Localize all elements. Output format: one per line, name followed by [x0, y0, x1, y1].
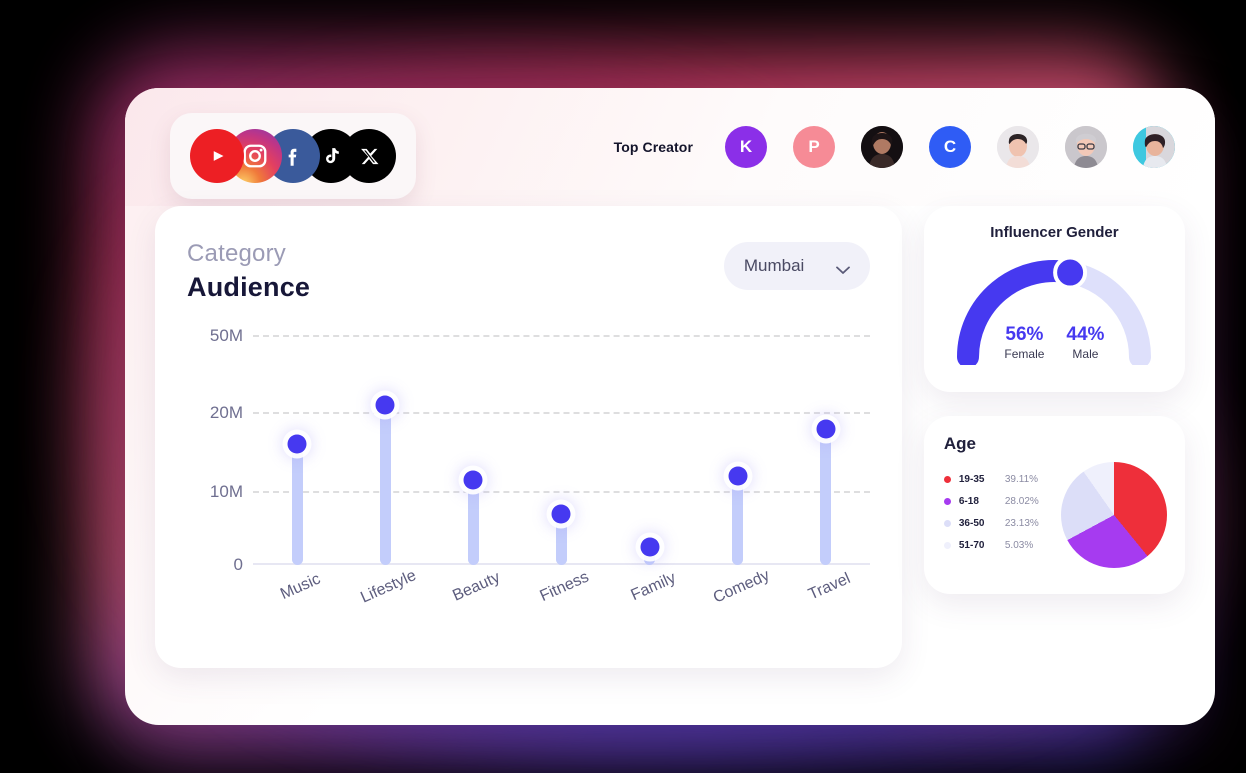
- age-percent-value: 5.03%: [1004, 539, 1034, 551]
- audience-chart: 0 10M 20M 50M Music Lifestyle Beauty Fitness Fa…: [187, 326, 870, 633]
- age-percent-value: 28.02%: [1004, 495, 1039, 507]
- avatar[interactable]: K: [725, 126, 767, 168]
- age-color-swatch: [943, 497, 951, 505]
- dashboard-window: Top Creator K P C Category Audience Mumb…: [125, 88, 1215, 725]
- avatar-photo: [861, 126, 903, 168]
- chart-bar[interactable]: [820, 428, 832, 565]
- chart-gridline: [253, 412, 870, 415]
- x-tick-label: Beauty: [450, 568, 503, 605]
- gender-gauge: 56% Female 44% Male: [954, 253, 1154, 368]
- age-legend: 19-35 39.11% 6-18 28.02% 36-50 23.13% 51-70 5.0…: [943, 468, 1070, 556]
- age-color-swatch: [943, 475, 951, 483]
- chart-gridline: [253, 490, 870, 493]
- avatar[interactable]: P: [793, 126, 835, 168]
- chart-plot-area: Music Lifestyle Beauty Fitness Family Comedy T…: [253, 333, 870, 607]
- avatar-initial: C: [943, 137, 957, 156]
- chart-y-axis: 0 10M 20M 50M: [187, 326, 243, 574]
- chart-point-marker[interactable]: [375, 395, 395, 415]
- age-legend-row: 36-50 23.13%: [943, 512, 1070, 534]
- chart-bar[interactable]: [291, 444, 303, 565]
- gender-female: 56% Female: [1004, 324, 1044, 361]
- age-range-label: 6-18: [958, 495, 979, 507]
- x-tick-label: Fitness: [537, 568, 592, 606]
- age-card-title: Age: [943, 434, 976, 453]
- male-label: Male: [1072, 347, 1099, 361]
- age-range-label: 36-50: [958, 517, 985, 529]
- right-column: Influencer Gender 56% Female 44% Male Ag…: [923, 206, 1185, 668]
- chart-point-marker[interactable]: [728, 466, 748, 486]
- avatar-photo: [1065, 126, 1107, 168]
- age-pie-chart: [1061, 462, 1167, 568]
- age-color-swatch: [943, 519, 951, 527]
- age-legend-row: 6-18 28.02%: [943, 490, 1070, 512]
- age-range-label: 19-35: [958, 473, 985, 485]
- avatar[interactable]: [997, 126, 1039, 168]
- male-percent: 44%: [1066, 324, 1105, 345]
- chart-gridline: [253, 335, 870, 338]
- x-tick-label: Family: [628, 569, 678, 605]
- age-card: Age 19-35 39.11% 6-18 28.02% 36-50 23.13% 51-7…: [923, 416, 1185, 594]
- x-tick-label: Comedy: [710, 566, 772, 607]
- chart-point-marker[interactable]: [287, 434, 307, 454]
- y-tick-label: 10M: [209, 481, 243, 501]
- top-creator-label: Top Creator: [613, 139, 693, 155]
- x-tick-label: Lifestyle: [358, 567, 419, 607]
- avatar-photo: [1133, 126, 1175, 168]
- female-label: Female: [1004, 347, 1045, 361]
- y-tick-label: 0: [233, 555, 243, 574]
- x-tick-label: Travel: [805, 570, 853, 604]
- age-range-label: 51-70: [958, 539, 985, 551]
- gender-stats: 56% Female 44% Male: [954, 324, 1154, 361]
- age-legend-row: 19-35 39.11%: [943, 468, 1070, 490]
- avatar-photo: [997, 126, 1039, 168]
- age-legend-row: 51-70 5.03%: [943, 534, 1070, 556]
- window-body: Category Audience Mumbai 0 10M 20M 50M Musi…: [125, 206, 1215, 668]
- chart-point-marker[interactable]: [551, 504, 571, 524]
- chart-bar[interactable]: [379, 405, 391, 565]
- female-percent: 56%: [1005, 324, 1044, 345]
- avatar[interactable]: [1133, 126, 1175, 168]
- chart-point-marker[interactable]: [640, 537, 660, 557]
- avatar-initial: P: [808, 137, 820, 156]
- y-tick-label: 50M: [209, 326, 243, 346]
- top-creators: Top Creator K P C: [614, 88, 1175, 206]
- city-select[interactable]: Mumbai: [723, 242, 870, 290]
- avatar[interactable]: [861, 126, 903, 168]
- chart-bar[interactable]: [467, 479, 479, 565]
- influencer-gender-card: Influencer Gender 56% Female 44% Male: [923, 206, 1185, 392]
- x-tick-label: Music: [277, 570, 324, 604]
- avatar[interactable]: C: [929, 126, 971, 168]
- youtube-icon[interactable]: [190, 129, 244, 183]
- chevron-down-icon: [835, 262, 850, 274]
- gender-male: 44% Male: [1066, 324, 1104, 361]
- chart-bar[interactable]: [732, 475, 744, 565]
- avatar[interactable]: [1065, 126, 1107, 168]
- y-tick-label: 20M: [209, 403, 243, 423]
- screenshot-root: Top Creator K P C Category Audience Mumb…: [0, 0, 1246, 773]
- age-percent-value: 23.13%: [1004, 517, 1039, 529]
- avatar-initial: K: [739, 137, 753, 156]
- chart-point-marker[interactable]: [816, 419, 836, 439]
- gender-card-title: Influencer Gender: [990, 224, 1119, 241]
- age-percent-value: 39.11%: [1004, 473, 1039, 485]
- chart-point-marker[interactable]: [463, 470, 483, 490]
- window-header: Top Creator K P C: [125, 88, 1215, 206]
- age-color-swatch: [943, 541, 951, 549]
- social-networks-card: [170, 113, 416, 199]
- city-select-value: Mumbai: [743, 256, 805, 275]
- audience-chart-card: Category Audience Mumbai 0 10M 20M 50M Musi…: [155, 206, 902, 668]
